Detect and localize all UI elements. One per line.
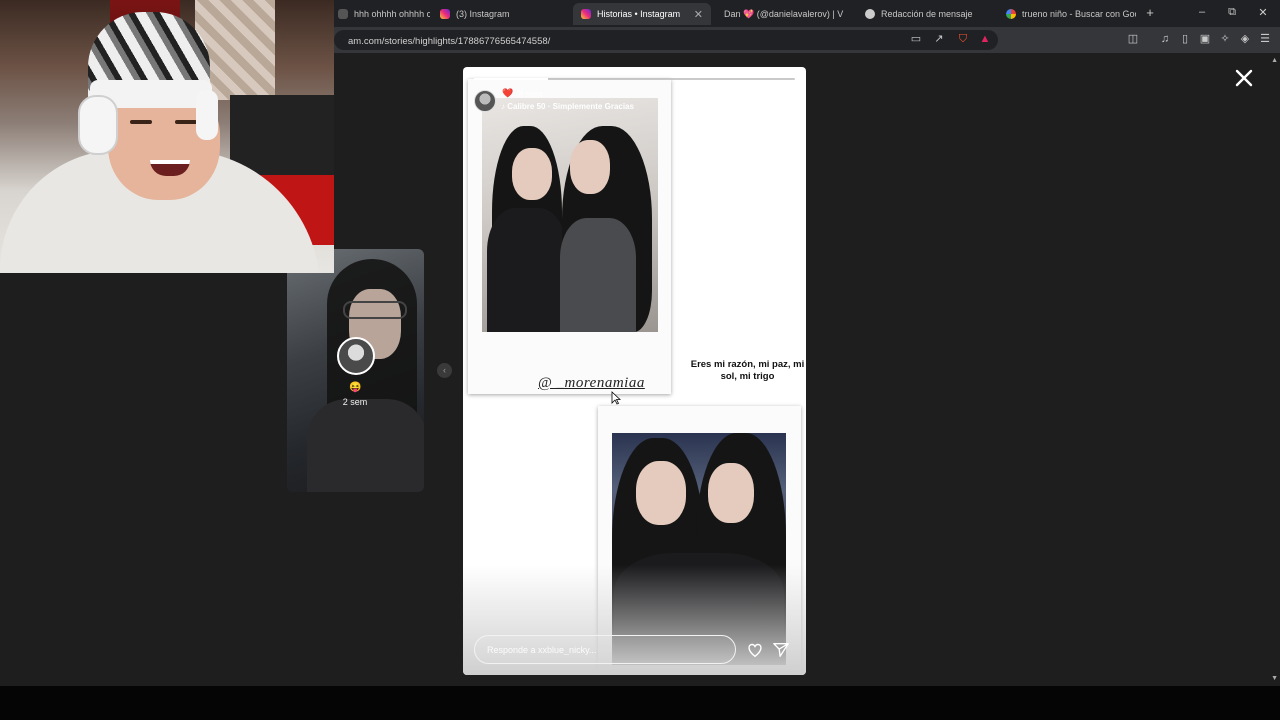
tab-tiktok[interactable]: Dan 💖 (@danielavalerov) | V: [716, 3, 854, 25]
story-time: 8 sem: [518, 89, 543, 99]
window-close-button[interactable]: ✕: [1256, 6, 1270, 19]
side-story-emoji: 😝: [349, 382, 362, 393]
preview-jacket: [307, 399, 424, 492]
photo-two-girls-1: [482, 98, 658, 332]
person-jacket: [560, 218, 636, 332]
tab-video[interactable]: hhh ohhhh ohhhh cancio: [330, 3, 430, 25]
story-caption: Eres mi razón, mi paz, mi sol, mi trigo: [690, 359, 805, 382]
restore-button[interactable]: ⧉: [1225, 6, 1239, 19]
story-progress-bar: [474, 78, 795, 80]
preview-glasses: [343, 301, 407, 319]
tab-title: Redacción de mensaje: [881, 9, 973, 19]
previous-story-button[interactable]: ‹: [437, 363, 452, 378]
person-face: [708, 463, 754, 523]
story-music[interactable]: ♪ Calibre 50 · Simplemente Gracias: [501, 102, 634, 111]
streamer-webcam-overlay: [0, 0, 334, 273]
tab-title: Historias • Instagram: [597, 9, 681, 19]
brave-shield-icon[interactable]: ⛉: [957, 33, 969, 45]
wallet-icon[interactable]: ▣: [1199, 33, 1211, 45]
taskbar-strip: [0, 686, 1280, 720]
share-icon[interactable]: ↗: [933, 33, 945, 45]
page-scrollbar[interactable]: ▲ ▼: [1268, 53, 1280, 686]
cam-eye: [175, 120, 197, 124]
instagram-icon: [440, 9, 450, 19]
tab-mail[interactable]: Redacción de mensaje: [857, 3, 995, 25]
tab-title: trueno niño - Buscar con Goog: [1022, 9, 1136, 19]
tab-instagram[interactable]: (3) Instagram: [432, 3, 567, 25]
headphone-left-icon: [78, 95, 118, 155]
headphone-right-icon: [196, 90, 218, 140]
tagged-username[interactable]: @ _morenamiaa: [538, 375, 645, 392]
brave-rewards-icon[interactable]: ▲: [979, 33, 991, 45]
play-icon[interactable]: [750, 94, 764, 108]
reply-box[interactable]: [474, 635, 736, 664]
tab-google[interactable]: trueno niño - Buscar con Goog: [998, 3, 1136, 25]
tab-historias[interactable]: Historias • Instagram ✕: [573, 3, 711, 25]
send-icon[interactable]: [772, 641, 790, 659]
url-text[interactable]: am.com/stories/highlights/17886776565474…: [348, 36, 550, 47]
person-jacket: [487, 208, 567, 332]
mouse-cursor-icon: [611, 391, 621, 405]
tab-title: Dan 💖 (@danielavalerov) | V: [724, 8, 844, 19]
cam-eye: [130, 120, 152, 124]
video-icon: [338, 9, 348, 19]
leo-ai-icon[interactable]: ✧: [1219, 33, 1231, 45]
more-options-icon[interactable]: [774, 94, 788, 108]
story-header: ❤️ 8 sem ♪ Calibre 50 · Simplemente Grac…: [463, 85, 806, 119]
menu-icon[interactable]: ☰: [1259, 33, 1271, 45]
person-face: [512, 148, 552, 200]
vpn-icon[interactable]: ◈: [1239, 33, 1251, 45]
story-progress-fill: [474, 78, 548, 80]
google-icon: [1006, 9, 1016, 19]
heart-emoji-icon: ❤️: [502, 88, 514, 98]
scroll-up-icon[interactable]: ▲: [1271, 57, 1278, 64]
instagram-icon: [581, 9, 591, 19]
like-heart-icon[interactable]: [746, 641, 764, 659]
close-viewer-icon[interactable]: [1232, 66, 1256, 90]
volume-icon[interactable]: [729, 94, 743, 108]
scroll-down-icon[interactable]: ▼: [1271, 675, 1278, 682]
person-face: [570, 140, 610, 194]
minimize-button[interactable]: –: [1195, 6, 1209, 18]
new-tab-button[interactable]: +: [1143, 5, 1157, 20]
side-story-time: 2 sem: [342, 397, 368, 407]
story-card[interactable]: @ _morenamiaa Eres mi razón, mi paz, mi …: [463, 67, 806, 675]
story-author-avatar[interactable]: [474, 90, 496, 112]
sidebar-icon[interactable]: ▯: [1179, 33, 1191, 45]
music-icon[interactable]: ♫: [1159, 33, 1171, 45]
cast-icon[interactable]: ▭: [910, 33, 922, 45]
person-face: [636, 461, 686, 525]
side-story-avatar[interactable]: [337, 337, 375, 375]
polaroid-photo-1: @ _morenamiaa: [468, 79, 671, 394]
tab-title: (3) Instagram: [456, 9, 510, 19]
screen: hhh ohhhh ohhhh cancio (3) Instagram His…: [0, 0, 1280, 720]
song-title: Calibre 50 · Simplemente Gracias: [507, 102, 634, 111]
screenshot-icon[interactable]: ◫: [1127, 33, 1139, 45]
mail-icon: [865, 9, 875, 19]
close-tab-icon[interactable]: ✕: [686, 8, 703, 21]
tab-title: hhh ohhhh ohhhh cancio: [354, 9, 430, 19]
reply-input[interactable]: [487, 642, 717, 658]
